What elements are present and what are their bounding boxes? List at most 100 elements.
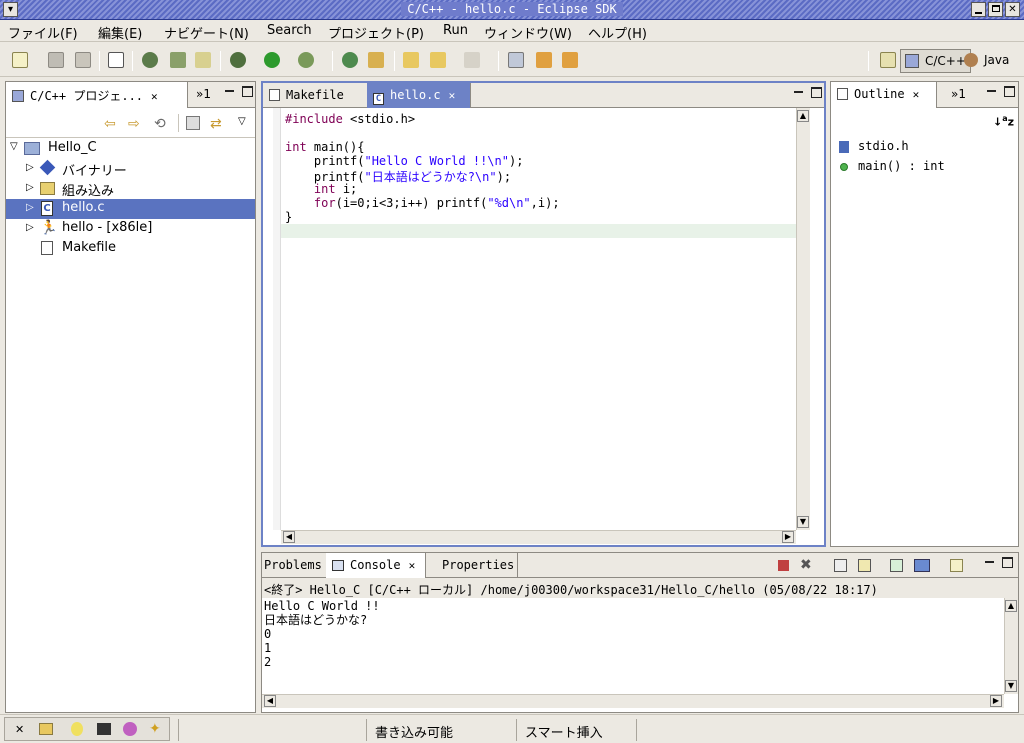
scroll-lock-icon[interactable] — [858, 559, 871, 572]
close-icon[interactable]: ✕ — [913, 88, 920, 101]
collapsed-twisty-icon[interactable]: ▷ — [26, 162, 34, 173]
minimize-outline-button[interactable] — [986, 86, 997, 97]
tree-item-makefile[interactable]: Makefile — [6, 239, 255, 259]
collapsed-twisty-icon[interactable]: ▷ — [26, 202, 34, 213]
forward-icon[interactable] — [464, 52, 480, 68]
scroll-up-icon[interactable]: ▲ — [1005, 600, 1017, 612]
back-arrow-icon[interactable]: ⇦ — [104, 116, 116, 132]
scroll-right-icon[interactable]: ▶ — [990, 695, 1002, 707]
outline-item-main[interactable]: main() : int — [831, 158, 1018, 178]
tab-hello-c-label: hello.c — [390, 88, 441, 102]
new-file-icon[interactable] — [12, 52, 28, 68]
forward-arrow-icon[interactable]: ⇨ — [128, 116, 140, 132]
last-edit-icon[interactable] — [403, 52, 419, 68]
color-icon[interactable] — [123, 722, 137, 736]
tab-project-explorer[interactable]: C/C++ プロジェ... ✕ — [6, 82, 188, 108]
console-vertical-scrollbar[interactable]: ▲ ▼ — [1004, 598, 1018, 694]
minimize-view-button[interactable] — [224, 86, 235, 97]
maximize-editor-button[interactable] — [811, 87, 822, 98]
scroll-up-icon[interactable]: ▲ — [797, 110, 809, 122]
display-console-icon[interactable] — [914, 559, 930, 572]
open-perspective-icon[interactable] — [880, 52, 896, 68]
console-horizontal-scrollbar[interactable]: ◀ ▶ — [262, 694, 1004, 708]
print-icon[interactable] — [75, 52, 91, 68]
close-icon[interactable]: ✕ — [449, 89, 456, 102]
back-icon[interactable] — [430, 52, 446, 68]
tree-item-binaries[interactable]: ▷ バイナリー — [6, 159, 255, 179]
collapse-all-icon[interactable] — [186, 116, 200, 130]
tab-makefile[interactable]: Makefile — [263, 83, 367, 108]
toggle-markers-icon[interactable] — [508, 52, 524, 68]
maximize-console-button[interactable] — [1002, 557, 1013, 568]
menu-help[interactable]: ヘルプ(H) — [588, 23, 647, 42]
link-with-editor-icon[interactable]: ⇄ — [210, 116, 222, 132]
terminate-icon[interactable] — [778, 560, 789, 571]
remove-launches-icon[interactable]: ✖ — [800, 557, 812, 573]
minimize-editor-button[interactable] — [793, 87, 804, 98]
outline-item-stdio[interactable]: stdio.h — [831, 138, 1018, 158]
wizard-icon[interactable] — [195, 52, 211, 68]
menu-navigate[interactable]: ナビゲート(N) — [164, 23, 249, 42]
up-folder-icon[interactable]: ⟲ — [154, 116, 166, 132]
pin-console-icon[interactable] — [890, 559, 903, 572]
scroll-left-icon[interactable]: ◀ — [283, 531, 295, 543]
scroll-right-icon[interactable]: ▶ — [782, 531, 794, 543]
binary-icon[interactable] — [108, 52, 124, 68]
view-menu-icon[interactable]: ▽ — [238, 116, 246, 127]
minimize-console-button[interactable] — [984, 557, 995, 568]
save-icon[interactable] — [48, 52, 64, 68]
scroll-left-icon[interactable]: ◀ — [264, 695, 276, 707]
menu-run[interactable]: Run — [443, 23, 468, 38]
editor-vertical-scrollbar[interactable]: ▲ ▼ — [796, 108, 810, 530]
clear-console-icon[interactable] — [834, 559, 847, 572]
run-icon[interactable] — [264, 52, 280, 68]
menu-project[interactable]: プロジェクト(P) — [328, 23, 424, 42]
tree-item-hello-c[interactable]: ▷ C hello.c — [6, 199, 255, 219]
collapsed-twisty-icon[interactable]: ▷ — [26, 182, 34, 193]
tab-console[interactable]: Console ✕ — [326, 553, 426, 578]
tab-outline[interactable]: Outline ✕ — [831, 82, 937, 108]
build-icon[interactable] — [142, 52, 158, 68]
maximize-outline-button[interactable] — [1004, 86, 1015, 97]
terminal-icon[interactable] — [97, 723, 111, 735]
scroll-down-icon[interactable]: ▼ — [1005, 680, 1017, 692]
code-editor[interactable]: #include <stdio.h> int main(){ printf("H… — [263, 108, 810, 530]
sort-alphabetically-icon[interactable]: ↓az — [993, 114, 1014, 129]
scroll-down-icon[interactable]: ▼ — [797, 516, 809, 528]
menu-edit[interactable]: 編集(E) — [98, 23, 142, 42]
maximize-button[interactable] — [988, 2, 1003, 17]
tree-item-includes[interactable]: ▷ 組み込み — [6, 179, 255, 199]
perspective-java-button[interactable]: Java — [960, 49, 1013, 73]
search-icon[interactable] — [368, 52, 384, 68]
view-overflow-indicator[interactable]: »1 — [951, 87, 966, 101]
tree-item-hello-c-project[interactable]: ▽ Hello_C — [6, 139, 255, 159]
close-icon[interactable]: ✕ — [151, 90, 158, 103]
console-output[interactable]: Hello C World !! 日本語はどうかな? 0 1 2 — [262, 598, 1004, 694]
bulb-icon[interactable] — [71, 722, 83, 736]
menu-window[interactable]: ウィンドウ(W) — [484, 23, 572, 42]
external-tools-icon[interactable] — [298, 52, 314, 68]
previous-annotation-icon[interactable] — [562, 52, 578, 68]
fast-view-icon[interactable]: ✕ — [15, 723, 24, 736]
tab-properties[interactable]: Properties — [436, 553, 518, 578]
star-icon[interactable]: ✦ — [149, 721, 161, 737]
minimize-button[interactable] — [971, 2, 986, 17]
collapsed-twisty-icon[interactable]: ▷ — [26, 222, 34, 233]
open-console-icon[interactable] — [950, 559, 963, 572]
tab-hello-c[interactable]: Chello.c ✕ — [367, 83, 471, 108]
close-button[interactable]: ✕ — [1005, 2, 1020, 17]
close-icon[interactable]: ✕ — [409, 559, 416, 572]
folder-view-icon[interactable] — [39, 723, 53, 735]
menu-search[interactable]: Search — [267, 23, 312, 38]
view-overflow-indicator[interactable]: »1 — [196, 87, 211, 101]
expanded-twisty-icon[interactable]: ▽ — [10, 141, 18, 152]
debug-icon[interactable] — [230, 52, 246, 68]
clean-icon[interactable] — [170, 52, 186, 68]
tab-problems[interactable]: Problems — [262, 553, 326, 578]
menu-file[interactable]: ファイル(F) — [8, 23, 78, 42]
tree-item-hello-executable[interactable]: ▷ 🏃 hello - [x86le] — [6, 219, 255, 239]
next-annotation-icon[interactable] — [536, 52, 552, 68]
open-type-icon[interactable] — [342, 52, 358, 68]
maximize-view-button[interactable] — [242, 86, 253, 97]
editor-horizontal-scrollbar[interactable]: ◀ ▶ — [281, 530, 796, 544]
